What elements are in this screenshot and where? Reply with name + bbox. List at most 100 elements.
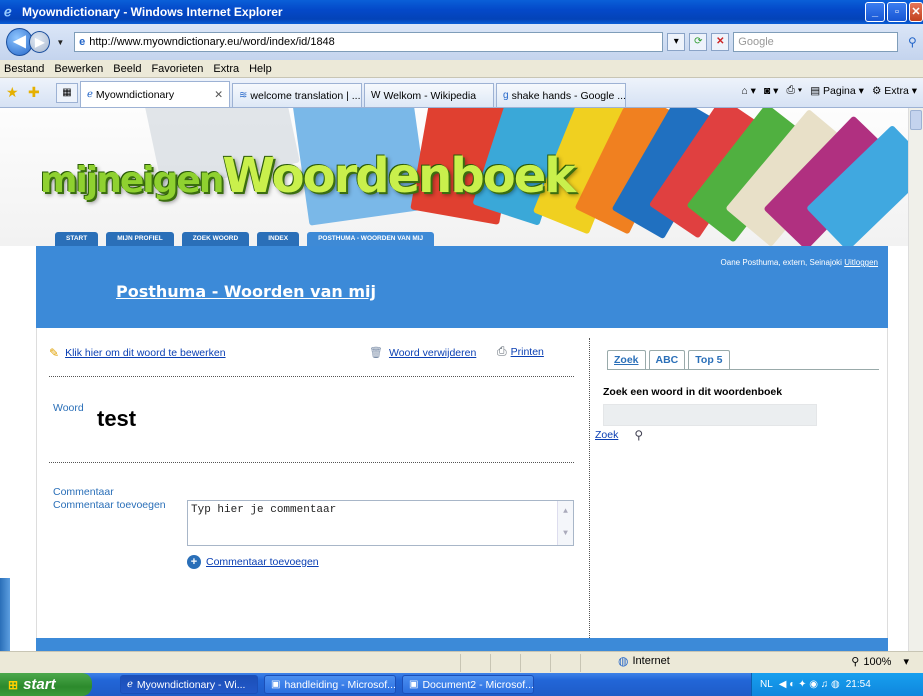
site-logo[interactable]: mijneigenWoordenboek xyxy=(40,148,576,204)
windows-flag-icon: ⊞ xyxy=(8,677,19,692)
menu-beeld[interactable]: Beeld xyxy=(113,63,141,75)
tab-zoek[interactable]: Zoek xyxy=(607,350,646,369)
magnifier-icon[interactable]: ⚲ xyxy=(634,428,643,442)
tab-google[interactable]: g shake hands - Google ... xyxy=(496,83,626,107)
left-decoration xyxy=(0,578,10,651)
tab-close-icon[interactable]: ✕ xyxy=(206,89,223,101)
taskbar-item-ie[interactable]: ℯ Myowndictionary - Wi... xyxy=(120,675,258,694)
comment-textarea[interactable]: Typ hier je commentaar ▲ ▼ xyxy=(187,500,574,546)
footer-band xyxy=(36,638,888,651)
printer-icon: ⎙ xyxy=(497,344,507,358)
menu-bar: Bestand Bewerken Beeld Favorieten Extra … xyxy=(0,60,923,78)
security-zone: Internet xyxy=(632,655,670,667)
window-titlebar: ℯ Myowndictionary - Windows Internet Exp… xyxy=(0,0,923,24)
nav-index[interactable]: INDEX xyxy=(257,232,300,246)
nav-mijn-profiel[interactable]: MIJN PROFIEL xyxy=(106,232,174,246)
print-link[interactable]: Printen xyxy=(511,346,544,358)
menu-help[interactable]: Help xyxy=(249,63,272,75)
search-panel: Zoek ABC Top 5 Zoek een woord in dit woo… xyxy=(595,328,887,651)
trash-icon: 🗑 xyxy=(369,347,383,359)
nav-start[interactable]: START xyxy=(55,232,99,246)
home-icon[interactable]: ⌂ ▾ xyxy=(741,85,756,97)
refresh-icon[interactable]: ⟳ xyxy=(689,33,708,51)
address-bar[interactable]: e http://www.myowndictionary.eu/word/ind… xyxy=(74,32,664,52)
tab-myowndictionary[interactable]: ℯ Myowndictionary ✕ xyxy=(80,81,230,107)
divider xyxy=(49,376,574,377)
nav-zoek-woord[interactable]: ZOEK WOORD xyxy=(181,232,250,246)
nav-posthuma[interactable]: POSTHUMA - WOORDEN VAN MIJ xyxy=(307,232,435,246)
page-viewport: mijneigenWoordenboek START MIJN PROFIEL … xyxy=(0,108,908,651)
tab-top5[interactable]: Top 5 xyxy=(688,350,730,369)
window-title: Myowndictionary - Windows Internet Explo… xyxy=(22,5,283,19)
word-search-input[interactable] xyxy=(603,404,817,426)
address-url: http://www.myowndictionary.eu/word/index… xyxy=(89,36,335,48)
search-tabs: Zoek ABC Top 5 xyxy=(607,350,879,370)
page-scrollbar[interactable] xyxy=(908,108,923,651)
menu-extra[interactable]: Extra xyxy=(213,63,239,75)
zoom-icon: ⚲ xyxy=(851,656,860,668)
maximize-button[interactable]: ▫ xyxy=(887,2,907,22)
favorites-star-icon[interactable]: ★ xyxy=(6,84,22,100)
tab-welcome-translation[interactable]: ≋ welcome translation | ... xyxy=(232,83,362,107)
ie-icon: ℯ xyxy=(127,679,133,690)
google-tab-icon: g xyxy=(503,90,509,101)
wikipedia-tab-icon: W xyxy=(371,90,381,101)
status-bar: ◍ Internet ⚲ 100% ▾ xyxy=(0,651,923,673)
search-title: Zoek een woord in dit woordenboek xyxy=(603,386,783,398)
taskbar-item-document2[interactable]: ▣ Document2 - Microsof... xyxy=(402,675,534,694)
zoom-control[interactable]: ⚲ 100% ▾ xyxy=(851,655,909,669)
history-dropdown-icon[interactable]: ▼ xyxy=(56,38,66,47)
logout-link[interactable]: Uitloggen xyxy=(844,258,878,267)
tab-abc[interactable]: ABC xyxy=(648,350,686,369)
feeds-icon[interactable]: ◙ ▾ xyxy=(764,85,779,97)
close-button[interactable]: ✕ xyxy=(909,2,923,22)
language-indicator[interactable]: NL xyxy=(760,679,773,690)
menu-favorieten[interactable]: Favorieten xyxy=(151,63,203,75)
zoom-dropdown-icon: ▾ xyxy=(903,656,909,668)
zoek-link[interactable]: Zoek xyxy=(595,429,618,441)
menu-bewerken[interactable]: Bewerken xyxy=(54,63,103,75)
start-button[interactable]: ⊞ start xyxy=(0,673,92,696)
add-comment-link[interactable]: Commentaar toevoegen xyxy=(206,556,319,568)
minimize-button[interactable]: _ xyxy=(865,2,885,22)
zoom-level: 100% xyxy=(863,655,892,668)
clock: 21:54 xyxy=(845,679,871,690)
word-doc-icon: ▣ xyxy=(271,679,281,690)
word-doc-icon: ▣ xyxy=(409,679,419,690)
page-menu[interactable]: ▤ Pagina ▾ xyxy=(810,85,864,97)
globe-icon: ◍ xyxy=(618,654,629,668)
tray-icons[interactable]: ◀ ◐ ✦ ◉ ♫ ◍ xyxy=(779,679,840,690)
plus-icon: + xyxy=(187,555,201,569)
word-value: test xyxy=(97,406,137,431)
word-panel: ✎ Klik hier om dit woord te bewerken 🗑 W… xyxy=(49,328,577,651)
taskbar-item-handleiding[interactable]: ▣ handleiding - Microsof... xyxy=(264,675,396,694)
content-area: ✎ Klik hier om dit woord te bewerken 🗑 W… xyxy=(36,328,888,651)
print-icon[interactable]: ⎙ ▾ xyxy=(786,84,802,97)
ie-tab-icon: ℯ xyxy=(87,89,93,100)
comment-label: Commentaar Commentaar toevoegen xyxy=(53,486,166,511)
stop-icon[interactable]: ✕ xyxy=(711,33,730,51)
forward-button[interactable]: ▶ xyxy=(29,31,51,53)
tab-bar: ★ ✚ ▦ ℯ Myowndictionary ✕ ≋ welcome tran… xyxy=(0,78,923,108)
add-favorite-icon[interactable]: ✚ xyxy=(28,84,44,100)
divider xyxy=(49,462,574,463)
address-toolbar: ◀ ▶ ▼ e http://www.myowndictionary.eu/wo… xyxy=(0,24,923,60)
ie-icon: ℯ xyxy=(4,4,12,19)
quick-tabs-icon[interactable]: ▦ xyxy=(56,83,78,103)
translation-tab-icon: ≋ xyxy=(239,90,248,101)
word-label: Woord xyxy=(53,402,84,414)
textarea-scrollbar[interactable]: ▲ ▼ xyxy=(557,501,573,545)
edit-word-link[interactable]: Klik hier om dit woord te bewerken xyxy=(65,347,226,359)
delete-word-link[interactable]: Woord verwijderen xyxy=(389,347,476,359)
tools-menu[interactable]: ⚙ Extra ▾ xyxy=(872,85,917,97)
search-go-icon[interactable]: ⚲ xyxy=(902,32,923,52)
tab-wikipedia[interactable]: W Welkom - Wikipedia xyxy=(364,83,494,107)
site-header: Oane Posthuma, extern, Seinajoki Uitlogg… xyxy=(36,246,888,328)
search-input[interactable]: Google xyxy=(733,32,898,52)
address-dropdown-icon[interactable]: ▾ xyxy=(667,33,686,51)
site-banner: mijneigenWoordenboek START MIJN PROFIEL … xyxy=(0,108,908,246)
column-separator xyxy=(589,338,590,651)
page-title[interactable]: Posthuma - Woorden van mij xyxy=(116,282,376,301)
menu-bestand[interactable]: Bestand xyxy=(4,63,44,75)
taskbar: ⊞ start ℯ Myowndictionary - Wi... ▣ hand… xyxy=(0,673,923,696)
